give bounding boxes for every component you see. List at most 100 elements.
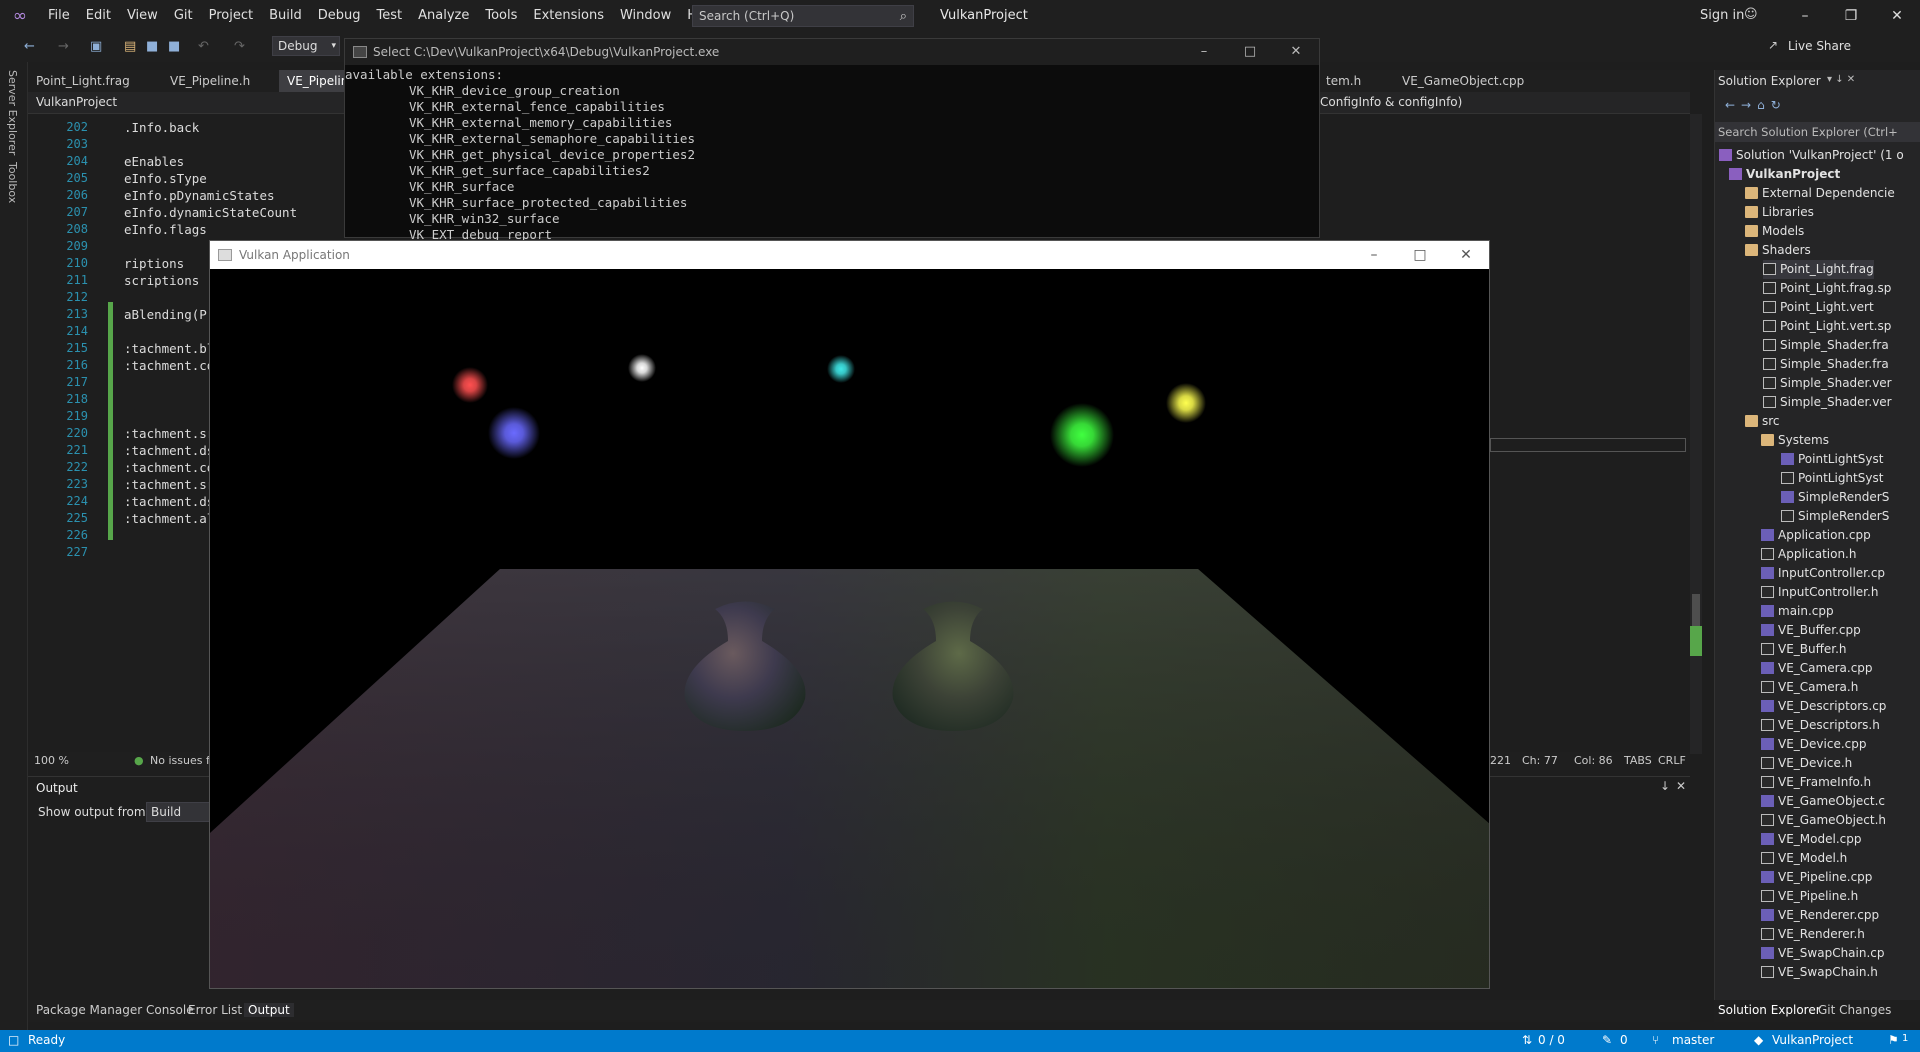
solution-explorer-menu-icon[interactable]: ▾ ↓ ✕ xyxy=(1827,74,1855,85)
pin-icon[interactable]: ↓ xyxy=(1660,779,1670,793)
tab-package-manager-console[interactable]: Package Manager Console xyxy=(36,1003,194,1017)
new-project-icon[interactable]: ▣ xyxy=(90,39,102,54)
tree-item[interactable]: Solution 'VulkanProject' (1 o xyxy=(1719,146,1904,165)
editor-vertical-scrollbar[interactable] xyxy=(1690,114,1702,754)
indent-mode[interactable]: TABS xyxy=(1624,754,1652,767)
tree-item[interactable]: VE_Camera.cpp xyxy=(1761,659,1873,678)
tree-item[interactable]: VE_FrameInfo.h xyxy=(1761,773,1871,792)
tree-item[interactable]: SimpleRenderS xyxy=(1781,488,1889,507)
tab-point-light-frag[interactable]: Point_Light.frag xyxy=(28,70,138,92)
menu-extensions[interactable]: Extensions xyxy=(525,0,612,32)
tree-item[interactable]: VE_Descriptors.h xyxy=(1761,716,1880,735)
menu-tools[interactable]: Tools xyxy=(477,0,525,32)
tree-item[interactable]: Application.cpp xyxy=(1761,526,1871,545)
tab-ve-pipeline-h[interactable]: VE_Pipeline.h xyxy=(162,70,258,92)
tree-item[interactable]: VE_Renderer.h xyxy=(1761,925,1865,944)
tree-item[interactable]: VE_SwapChain.h xyxy=(1761,963,1878,982)
console-close-icon[interactable]: ✕ xyxy=(1273,39,1319,65)
toolbox-tab[interactable]: Toolbox xyxy=(6,162,19,203)
search-input[interactable]: Search (Ctrl+Q) ⌕ xyxy=(692,5,914,27)
tree-item[interactable]: Simple_Shader.ver xyxy=(1763,374,1892,393)
tree-item[interactable]: main.cpp xyxy=(1761,602,1834,621)
server-explorer-tab[interactable]: Server Explorer xyxy=(6,70,19,155)
redo-icon[interactable]: ↷ xyxy=(234,39,245,54)
branch-name[interactable]: master xyxy=(1672,1033,1714,1047)
menu-git[interactable]: Git xyxy=(166,0,201,32)
live-share-button[interactable]: Live Share xyxy=(1788,39,1851,53)
solution-search-input[interactable]: Search Solution Explorer (Ctrl+ xyxy=(1715,122,1920,142)
tree-item[interactable]: Simple_Shader.fra xyxy=(1763,355,1889,374)
line-ending[interactable]: CRLF xyxy=(1658,754,1686,767)
member-dropdown[interactable]: ConfigInfo & configInfo) xyxy=(1320,95,1462,109)
tree-item[interactable]: InputController.cp xyxy=(1761,564,1885,583)
tab-ve-gameobject-cpp[interactable]: VE_GameObject.cpp xyxy=(1394,70,1532,92)
save-icon[interactable]: ■ xyxy=(146,39,158,54)
close-output-icon[interactable]: ✕ xyxy=(1676,779,1686,793)
menu-build[interactable]: Build xyxy=(261,0,310,32)
forward-icon[interactable]: → xyxy=(58,39,69,54)
tree-item[interactable]: Application.h xyxy=(1761,545,1856,564)
tab-git-changes[interactable]: Git Changes xyxy=(1818,1003,1891,1017)
tree-item[interactable]: VE_Pipeline.cpp xyxy=(1761,868,1872,887)
tree-item[interactable]: Point_Light.vert xyxy=(1763,298,1874,317)
menu-view[interactable]: View xyxy=(119,0,166,32)
tree-item[interactable]: PointLightSyst xyxy=(1781,450,1883,469)
tree-item[interactable]: Libraries xyxy=(1745,203,1814,222)
tree-item[interactable]: VE_Device.h xyxy=(1761,754,1852,773)
menu-edit[interactable]: Edit xyxy=(78,0,119,32)
commit-count[interactable]: 0 / 0 xyxy=(1538,1033,1565,1047)
tree-item[interactable]: VE_Buffer.h xyxy=(1761,640,1847,659)
menu-debug[interactable]: Debug xyxy=(310,0,369,32)
tree-item[interactable]: VE_Model.cpp xyxy=(1761,830,1861,849)
tree-item[interactable]: SimpleRenderS xyxy=(1781,507,1889,526)
console-minimize-icon[interactable]: – xyxy=(1181,39,1227,65)
save-all-icon[interactable]: ■ xyxy=(168,39,180,54)
menu-window[interactable]: Window xyxy=(612,0,679,32)
tree-item[interactable]: Simple_Shader.ver xyxy=(1763,393,1892,412)
tree-item[interactable]: VE_Descriptors.cp xyxy=(1761,697,1886,716)
project-dropdown[interactable]: VulkanProject xyxy=(36,95,117,109)
vulkan-minimize-icon[interactable]: – xyxy=(1351,241,1397,269)
tree-item[interactable]: Point_Light.frag.sp xyxy=(1763,279,1891,298)
sign-in-link[interactable]: Sign in xyxy=(1700,8,1744,23)
tree-item[interactable]: Point_Light.frag xyxy=(1763,260,1874,279)
tree-item[interactable]: External Dependencie xyxy=(1745,184,1895,203)
tree-item[interactable]: VE_GameObject.h xyxy=(1761,811,1886,830)
account-icon[interactable]: ☺ xyxy=(1744,7,1758,22)
menu-project[interactable]: Project xyxy=(201,0,261,32)
tree-item[interactable]: PointLightSyst xyxy=(1781,469,1883,488)
tree-item[interactable]: Systems xyxy=(1761,431,1829,450)
tree-item[interactable]: VE_SwapChain.cp xyxy=(1761,944,1885,963)
vulkan-application-window[interactable]: Vulkan Application – □ ✕ xyxy=(209,240,1490,989)
zoom-level[interactable]: 100 % xyxy=(34,754,69,767)
tree-item[interactable]: Shaders xyxy=(1745,241,1811,260)
back-icon[interactable]: ← xyxy=(24,39,35,54)
tab-system-h[interactable]: tem.h xyxy=(1318,70,1369,92)
tree-item[interactable]: VE_Renderer.cpp xyxy=(1761,906,1879,925)
tree-item[interactable]: InputController.h xyxy=(1761,583,1878,602)
console-window[interactable]: Select C:\Dev\VulkanProject\x64\Debug\Vu… xyxy=(344,38,1320,242)
tree-item[interactable]: VE_Camera.h xyxy=(1761,678,1858,697)
restore-icon[interactable]: ❐ xyxy=(1828,0,1874,32)
undo-icon[interactable]: ↶ xyxy=(198,39,209,54)
menu-analyze[interactable]: Analyze xyxy=(410,0,477,32)
tree-item[interactable]: VE_Device.cpp xyxy=(1761,735,1866,754)
tab-error-list[interactable]: Error List xyxy=(188,1003,242,1017)
tree-item[interactable]: VE_GameObject.c xyxy=(1761,792,1885,811)
tree-item[interactable]: VE_Pipeline.h xyxy=(1761,887,1858,906)
solution-explorer-toolbar-icons[interactable]: ←→⌂↻ xyxy=(1725,98,1787,112)
menu-test[interactable]: Test xyxy=(369,0,411,32)
tab-output[interactable]: Output xyxy=(244,1003,294,1017)
open-folder-icon[interactable]: ▤ xyxy=(124,39,136,54)
menu-file[interactable]: File xyxy=(40,0,78,32)
tree-item[interactable]: VE_Buffer.cpp xyxy=(1761,621,1861,640)
tree-item[interactable]: VulkanProject xyxy=(1729,165,1840,184)
tree-item[interactable]: VE_Model.h xyxy=(1761,849,1847,868)
console-maximize-icon[interactable]: □ xyxy=(1227,39,1273,65)
configuration-dropdown[interactable]: Debug ▾ xyxy=(272,36,340,56)
minimize-icon[interactable]: – xyxy=(1782,0,1828,32)
close-icon[interactable]: ✕ xyxy=(1874,0,1920,32)
vulkan-maximize-icon[interactable]: □ xyxy=(1397,241,1443,269)
vulkan-close-icon[interactable]: ✕ xyxy=(1443,241,1489,269)
notification-icon[interactable]: ⚑ xyxy=(1888,1033,1899,1047)
